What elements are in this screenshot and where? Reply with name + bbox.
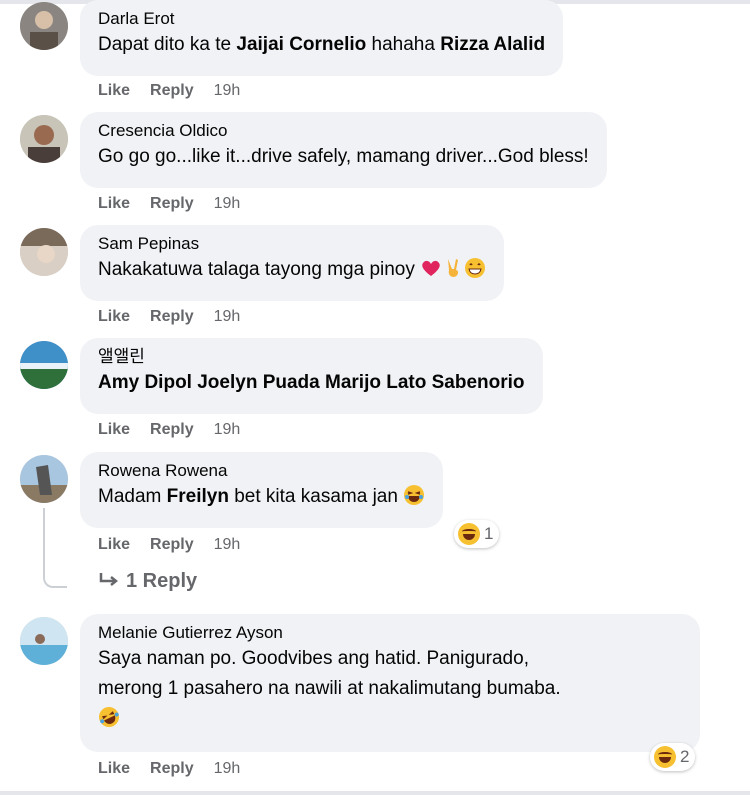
- comment-mentions[interactable]: Amy Dipol Joelyn Puada Marijo Lato Saben…: [98, 368, 525, 398]
- avatar[interactable]: [20, 455, 68, 503]
- mention[interactable]: Jaijai Cornelio: [236, 34, 366, 55]
- avatar-photo: [20, 341, 68, 389]
- haha-reaction-icon: [654, 746, 676, 768]
- avatar[interactable]: [20, 2, 68, 50]
- reply-button[interactable]: Reply: [150, 308, 194, 325]
- comment-text: Madam Freilyn bet kita kasama jan: [98, 482, 425, 512]
- timestamp[interactable]: 19h: [214, 82, 241, 99]
- like-button[interactable]: Like: [98, 195, 130, 212]
- comment-actions: Like Reply 19h: [98, 308, 260, 326]
- comment-text-line: merong 1 pasahero na nawili at nakalimut…: [98, 678, 561, 699]
- comment-text: Nakakatuwa talaga tayong mga pinoy: [98, 255, 486, 285]
- comment-text: Go go go...like it...drive safely, maman…: [98, 146, 589, 167]
- comment-bubble: Darla Erot Dapat dito ka te Jaijai Corne…: [80, 0, 564, 76]
- timestamp[interactable]: 19h: [214, 760, 241, 777]
- mention[interactable]: Rizza Alalid: [440, 34, 545, 55]
- reply-button[interactable]: Reply: [150, 760, 194, 777]
- reply-button[interactable]: Reply: [150, 536, 194, 553]
- avatar[interactable]: [20, 115, 68, 163]
- avatar[interactable]: [20, 341, 68, 389]
- avatar-photo: [20, 455, 68, 503]
- grinning-face-icon: [465, 258, 486, 278]
- reply-button[interactable]: Reply: [150, 82, 194, 99]
- comment-author[interactable]: Darla Erot: [98, 8, 545, 30]
- laughing-face-icon: [404, 485, 425, 505]
- comment-author[interactable]: Melanie Gutierrez Ayson: [98, 622, 682, 644]
- reaction-count-badge[interactable]: 2: [650, 743, 696, 771]
- victory-hand-icon: [448, 259, 459, 277]
- comment-bubble: Cresencia Oldico Go go go...like it...dr…: [80, 112, 607, 188]
- avatar[interactable]: [20, 228, 68, 276]
- mention[interactable]: Freilyn: [167, 486, 229, 507]
- comment-emoji-line: [98, 704, 682, 734]
- bottom-divider: [0, 791, 750, 795]
- comment-bubble: Sam Pepinas Nakakatuwa talaga tayong mga…: [80, 225, 505, 301]
- comment-author[interactable]: Sam Pepinas: [98, 233, 486, 255]
- timestamp[interactable]: 19h: [214, 308, 241, 325]
- comment-bubble: Melanie Gutierrez Ayson Saya naman po. G…: [80, 614, 700, 752]
- timestamp[interactable]: 19h: [214, 421, 241, 438]
- haha-reaction-icon: [458, 523, 480, 545]
- like-button[interactable]: Like: [98, 760, 130, 777]
- like-button[interactable]: Like: [98, 308, 130, 325]
- avatar[interactable]: [20, 617, 68, 665]
- view-replies-link[interactable]: 1 Reply: [98, 570, 197, 593]
- reaction-count-badge[interactable]: 1: [454, 520, 500, 548]
- reply-button[interactable]: Reply: [150, 421, 194, 438]
- like-button[interactable]: Like: [98, 82, 130, 99]
- reply-button[interactable]: Reply: [150, 195, 194, 212]
- timestamp[interactable]: 19h: [214, 536, 241, 553]
- reply-arrow-icon: [99, 573, 119, 586]
- avatar-photo: [20, 228, 68, 276]
- comment-actions: Like Reply 19h: [98, 760, 260, 778]
- comment-text-line: Saya naman po. Goodvibes ang hatid. Pani…: [98, 648, 529, 669]
- red-heart-icon: [422, 260, 440, 276]
- comment-text: Dapat dito ka te Jaijai Cornelio hahaha …: [98, 34, 546, 55]
- timestamp[interactable]: 19h: [214, 195, 241, 212]
- comment-actions: Like Reply 19h: [98, 536, 260, 554]
- comment-author[interactable]: Cresencia Oldico: [98, 120, 589, 142]
- reply-thread-line: [43, 508, 67, 588]
- avatar-photo: [20, 2, 68, 50]
- comment-bubble: Rowena Rowena Madam Freilyn bet kita kas…: [80, 452, 444, 528]
- like-button[interactable]: Like: [98, 421, 130, 438]
- comment-bubble: 앨앨린 Amy Dipol Joelyn Puada Marijo Lato S…: [80, 338, 543, 414]
- comment-actions: Like Reply 19h: [98, 421, 260, 439]
- comment-actions: Like Reply 19h: [98, 195, 260, 213]
- comment-actions: Like Reply 19h: [98, 82, 260, 100]
- comment-author[interactable]: 앨앨린: [98, 346, 525, 368]
- avatar-photo: [20, 617, 68, 665]
- avatar-photo: [20, 115, 68, 163]
- comment-author[interactable]: Rowena Rowena: [98, 460, 425, 482]
- like-button[interactable]: Like: [98, 536, 130, 553]
- rolling-laughing-face-icon: [99, 707, 119, 727]
